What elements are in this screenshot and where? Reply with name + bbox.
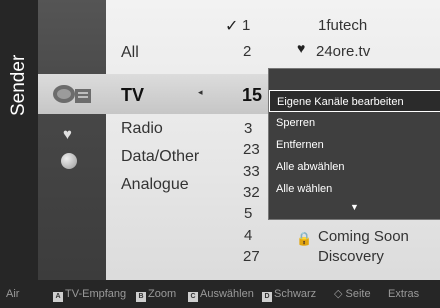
footer-b-label: Zoom xyxy=(148,288,177,300)
footer-d-label: Schwarz xyxy=(274,288,317,300)
group-analogue[interactable]: Analogue xyxy=(121,176,189,194)
footer-page-label: ◇ Seite xyxy=(334,288,371,300)
channel-name[interactable]: 24ore.tv xyxy=(316,43,370,60)
channel-number: 32 xyxy=(243,184,260,201)
left-arrow-icon: ◂ xyxy=(198,87,203,97)
lock-icon: 🔒 xyxy=(296,231,313,246)
footer-air-label: Air xyxy=(6,288,20,300)
icon-column xyxy=(38,0,106,280)
footer-c-label: Auswählen xyxy=(200,288,254,300)
menu-item-select-all[interactable]: Alle wählen xyxy=(269,178,440,200)
tools-context-menu: Eigene Kanäle bearbeiten Sperren Entfern… xyxy=(268,68,440,220)
c-key-icon: C xyxy=(188,292,198,302)
channel-number-selected: 15 xyxy=(242,85,263,105)
channel-number: 27 xyxy=(243,248,260,265)
channel-name[interactable]: Discovery xyxy=(318,248,384,265)
globe-icon[interactable] xyxy=(61,153,77,169)
channel-number: 33 xyxy=(243,163,260,180)
channel-list-screen: Sender ♥ All TV Radio Data/Other Analogu… xyxy=(0,0,440,308)
favorite-heart-icon: ♥ xyxy=(297,40,306,56)
menu-item-remove[interactable]: Entfernen xyxy=(269,134,440,156)
channel-name[interactable]: Coming Soon xyxy=(318,228,409,245)
footer-d-button[interactable]: D Schwarz xyxy=(262,280,316,308)
group-data-other[interactable]: Data/Other xyxy=(121,148,199,166)
channel-number: 23 xyxy=(243,141,260,158)
favorites-heart-icon[interactable]: ♥ xyxy=(63,126,72,143)
footer-b-button[interactable]: B Zoom xyxy=(136,280,176,308)
channel-number: 3 xyxy=(244,120,253,137)
a-key-icon: A xyxy=(53,292,63,302)
channel-number: 4 xyxy=(244,227,253,244)
group-tv[interactable]: TV xyxy=(121,85,144,106)
menu-item-deselect-all[interactable]: Alle abwählen xyxy=(269,156,440,178)
menu-item-lock[interactable]: Sperren xyxy=(269,112,440,134)
channel-number: 1 xyxy=(242,17,251,34)
footer-a-label: TV-Empfang xyxy=(65,288,127,300)
menu-item-edit-own-channels[interactable]: Eigene Kanäle bearbeiten xyxy=(269,90,440,112)
footer-bar: Air A TV-Empfang B Zoom C Auswählen D Schwar… xyxy=(0,280,440,308)
group-radio[interactable]: Radio xyxy=(121,120,163,138)
menu-scroll-down-icon[interactable]: ▼ xyxy=(350,202,359,212)
b-key-icon: B xyxy=(136,292,146,302)
sidebar xyxy=(0,0,38,280)
channel-number: 2 xyxy=(243,43,252,60)
d-key-icon: D xyxy=(262,292,272,302)
sidebar-title: Sender xyxy=(8,54,29,116)
channel-name[interactable]: 1futech xyxy=(318,17,367,34)
group-all[interactable]: All xyxy=(121,44,139,62)
footer-tools-label: Extras xyxy=(388,288,420,300)
channel-number: 5 xyxy=(244,205,253,222)
footer-a-button[interactable]: A TV-Empfang xyxy=(53,280,126,308)
check-icon: ✓ xyxy=(225,18,239,35)
footer-c-button[interactable]: C Auswählen xyxy=(188,280,254,308)
tv-satellite-icon xyxy=(53,85,91,103)
